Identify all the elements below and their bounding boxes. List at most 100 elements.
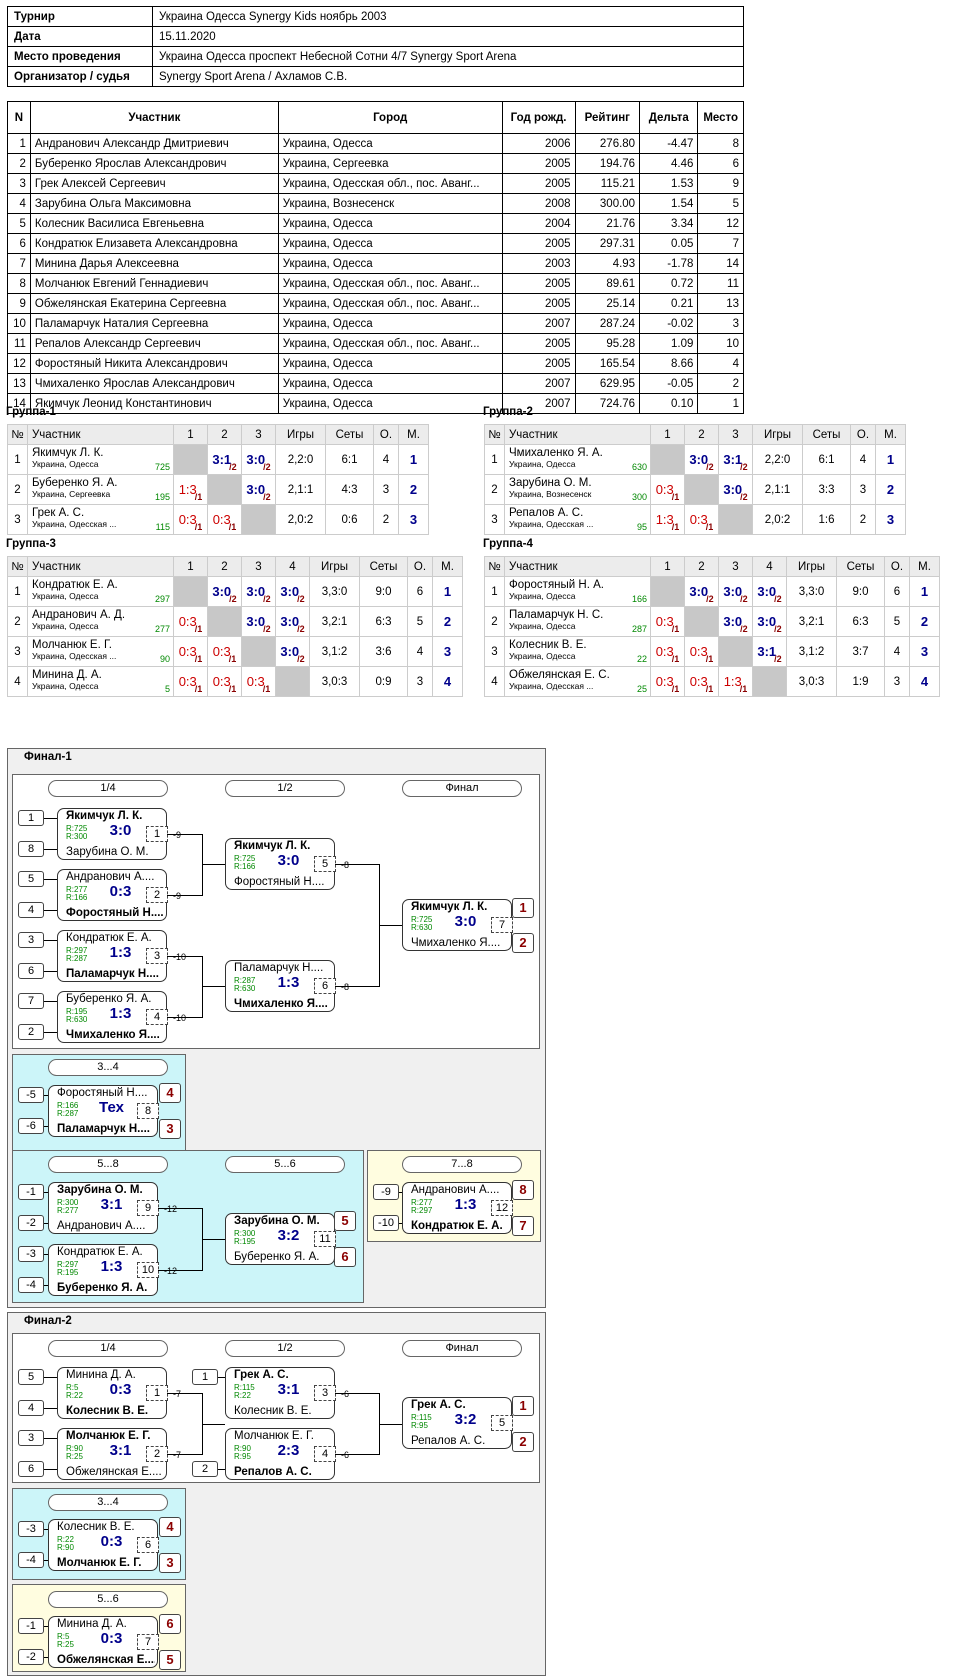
participant-cell: 11	[697, 273, 744, 294]
participant-cell: Грек Алексей Сергеевич	[29, 173, 279, 194]
seed-box: 1	[18, 810, 44, 826]
group-row-n: 3	[7, 504, 28, 535]
bracket-line	[44, 1223, 48, 1224]
group-player-rating: 725	[154, 462, 170, 472]
participant-cell: 115.21	[574, 173, 641, 194]
participant-cell: 3.34	[639, 213, 699, 234]
match-player-2: Колесник В. Е.	[234, 1405, 312, 1417]
match-player-1: Якимчук Л. К.	[66, 810, 143, 822]
match-loser-label: -7	[173, 1389, 182, 1399]
participant-cell: 1.54	[639, 193, 699, 214]
group-result-cell: 3:1/2	[207, 444, 242, 475]
bracket-line	[335, 986, 379, 987]
group-header-sets: Сеты	[325, 424, 374, 445]
seed-box: -6	[18, 1118, 44, 1134]
participant-cell: -1.78	[639, 253, 699, 274]
bracket-line	[202, 956, 203, 1018]
group-self-cell	[718, 504, 753, 535]
group-player-rating: 277	[154, 624, 170, 634]
participant-cell: 13	[697, 293, 744, 314]
group-result-cell: 3:0/2	[752, 606, 787, 637]
participant-cell: 13	[7, 373, 31, 394]
participant-row: 5 Колесник Василиса Евгеньевна Украина, Од…	[7, 213, 744, 234]
stage-label: 5...6	[225, 1156, 345, 1173]
group-player-name: Колесник В. Е.	[509, 639, 587, 651]
group-place: 1	[432, 576, 463, 607]
bracket-line	[167, 1017, 202, 1018]
bracket-line	[202, 986, 225, 987]
group-row-n: 1	[7, 576, 28, 607]
group-result-cell: 0:3/1	[684, 636, 719, 667]
match-score: 1:3	[100, 1258, 123, 1275]
bracket-line	[44, 971, 57, 972]
group-player-cell: Андранович А. Д. Украина, Одесса 277	[27, 606, 174, 637]
seed-box: 5	[18, 871, 44, 887]
group-result-cell: 0:3/1	[650, 474, 685, 505]
match-player-1: Зарубина О. М.	[57, 1184, 143, 1196]
group-player-rating: 166	[631, 594, 647, 604]
participant-cell: -0.02	[639, 313, 699, 334]
group-result-cell: 1:3/1	[718, 666, 753, 697]
place-box: 4	[159, 1083, 181, 1103]
match-rating-2: R:22	[234, 1391, 251, 1400]
group-self-cell	[173, 444, 208, 475]
group-header-games: Игры	[752, 424, 803, 445]
group-result-slash: /1	[194, 684, 203, 694]
match-player-1: Кондратюк Е. А.	[57, 1246, 143, 1258]
match-box: Андранович А.... R:277 R:166 0:3 2 Форостяный…	[57, 869, 168, 921]
info-row: Место проведения Украина Одесса проспект …	[7, 46, 744, 67]
bracket-line	[202, 834, 203, 896]
participant-cell: Кондратюк Елизавета Александровна	[29, 233, 279, 254]
bracket-line	[379, 925, 402, 926]
participant-cell: Украина, Одесская обл., пос. Аванг...	[277, 173, 503, 194]
participant-row: 7 Минина Дарья Алексеевна Украина, Одесса 2…	[7, 253, 744, 274]
group-sets: 6:3	[359, 606, 408, 637]
place-box: 1	[512, 898, 534, 918]
group-result-cell: 3:0/2	[241, 444, 276, 475]
place-box: 7	[512, 1216, 534, 1236]
match-number: 3	[314, 1385, 336, 1401]
group-result-slash: /1	[671, 522, 680, 532]
group-header-sets: Сеты	[836, 556, 885, 577]
match-loser-label: -6	[341, 1450, 350, 1460]
seed-box: -1	[18, 1618, 44, 1634]
group-row: 3 Молчанюк Е. Г. Украина, Одесская ... 90 0:…	[7, 636, 463, 667]
match-box: Якимчук Л. К. R:725 R:300 3:0 1 Зарубина О. М…	[57, 808, 168, 860]
group-self-cell	[650, 444, 685, 475]
bracket-line	[335, 864, 379, 865]
participant-cell: 5	[697, 193, 744, 214]
bracket-line	[167, 1393, 202, 1394]
group-result-slash: /1	[262, 684, 271, 694]
group-player-cell: Чмихаленко Я. А. Украина, Одесса 630	[504, 444, 651, 475]
group-games: 3,3:0	[786, 576, 837, 607]
seed-box: -3	[18, 1521, 44, 1537]
group-sets: 3:3	[802, 474, 851, 505]
group-header-n: №	[484, 424, 505, 445]
group-header-col: 3	[241, 556, 276, 577]
group-player-city: Украина, Одесская ...	[509, 519, 594, 529]
group-header-col: 4	[275, 556, 310, 577]
match-number: 1	[146, 826, 168, 842]
group-self-cell	[207, 606, 242, 637]
group-header-row: № Участник 1 2 3 Игры Сеты О. М.	[7, 424, 429, 445]
group-player-cell: Репалов А. С. Украина, Одесская ... 95	[504, 504, 651, 535]
seed-box: 7	[18, 993, 44, 1009]
group-row: 2 Зарубина О. М. Украина, Вознесенск 300 0:3…	[484, 474, 906, 505]
group-result-slash: /1	[705, 684, 714, 694]
group-row: 2 Андранович А. Д. Украина, Одесса 277 0:3/1…	[7, 606, 463, 637]
match-player-2: Буберенко Я. А.	[234, 1251, 320, 1263]
match-player-2: Форостяный Н....	[66, 907, 164, 919]
group-player-city: Украина, Одесса	[32, 459, 99, 469]
participant-cell: 4.93	[574, 253, 641, 274]
group-result-cell: 3:0/2	[718, 576, 753, 607]
seed-box: 2	[192, 1461, 218, 1477]
participant-cell: 1.09	[639, 333, 699, 354]
participant-cell: 2005	[501, 153, 576, 174]
group-row-n: 2	[7, 606, 28, 637]
group-result-slash: /1	[194, 522, 203, 532]
group-result-cell: 0:3/1	[241, 666, 276, 697]
participant-cell: 8.66	[639, 353, 699, 374]
participant-cell: Паламарчук Наталия Сергеевна	[29, 313, 279, 334]
bracket-line	[167, 956, 202, 957]
group-row: 1 Чмихаленко Я. А. Украина, Одесса 630 3:0/2…	[484, 444, 906, 475]
